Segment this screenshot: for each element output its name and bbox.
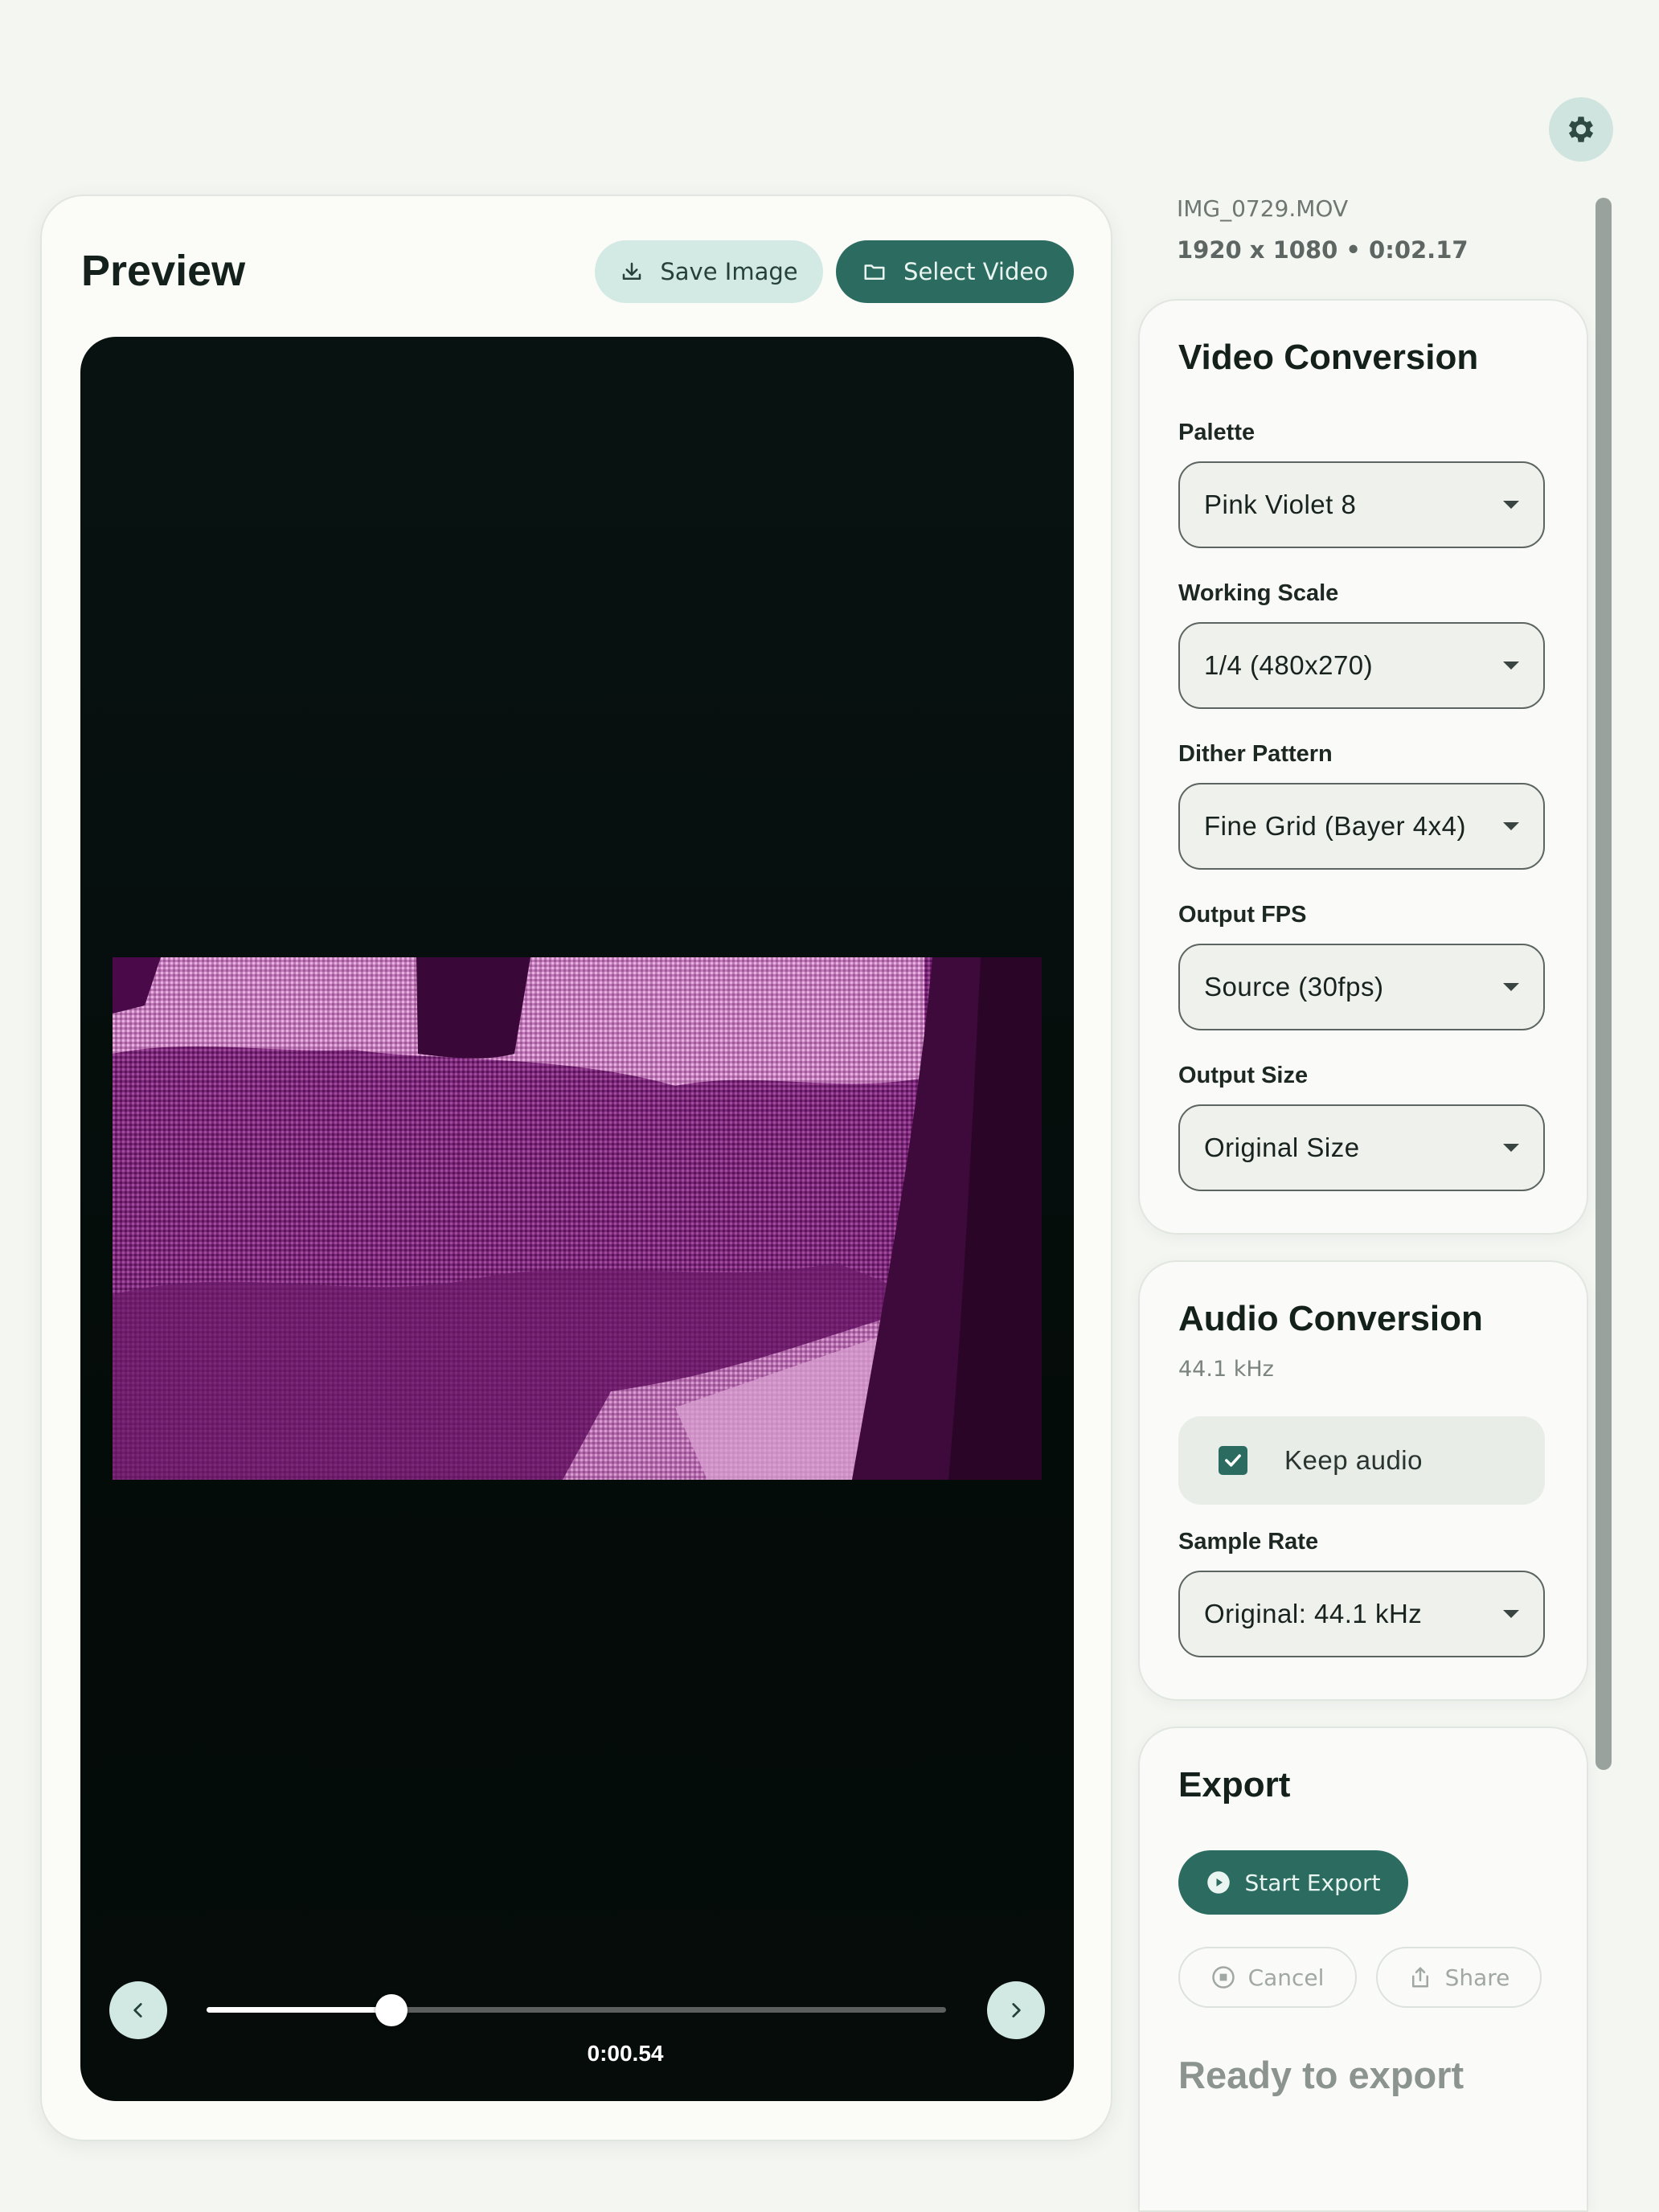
file-metadata: 1920 x 1080 • 0:02.17 <box>1177 236 1469 264</box>
dither-pattern-value: Fine Grid (Bayer 4x4) <box>1204 811 1466 841</box>
folder-icon <box>864 264 885 280</box>
chevron-right-icon <box>1012 2003 1021 2017</box>
palette-label: Palette <box>1178 420 1256 445</box>
output-size-label: Output Size <box>1178 1063 1309 1088</box>
video-conversion-title: Video Conversion <box>1178 338 1479 377</box>
keep-audio-label: Keep audio <box>1284 1445 1423 1475</box>
output-fps-select[interactable]: Source (30fps) <box>1178 944 1545 1030</box>
dither-pattern-label: Dither Pattern <box>1178 741 1333 767</box>
output-fps-label: Output FPS <box>1178 902 1307 928</box>
video-player: 0:00.54 <box>80 337 1074 2101</box>
video-conversion-panel: Video Conversion Palette Pink Violet 8 W… <box>1138 299 1588 1235</box>
keep-audio-checkbox[interactable] <box>1219 1446 1247 1475</box>
preview-card: Preview Save Image Select Video 0:00.54 <box>40 195 1112 2141</box>
previous-frame-button[interactable] <box>109 1981 167 2039</box>
dropdown-caret-icon <box>1503 662 1519 670</box>
playback-time: 0:00.54 <box>587 2041 664 2066</box>
dropdown-caret-icon <box>1503 1144 1519 1152</box>
settings-button[interactable] <box>1549 97 1613 162</box>
save-image-label: Save Image <box>660 258 798 285</box>
checkmark-icon <box>1225 1454 1241 1467</box>
next-frame-button[interactable] <box>987 1981 1045 2039</box>
cancel-button[interactable]: Cancel <box>1178 1947 1357 2008</box>
dropdown-caret-icon <box>1503 983 1519 991</box>
audio-conversion-title: Audio Conversion <box>1178 1299 1483 1338</box>
dropdown-caret-icon <box>1503 1610 1519 1618</box>
working-scale-value: 1/4 (480x270) <box>1204 650 1374 680</box>
stop-circle-icon <box>1211 1966 1235 1989</box>
palette-select[interactable]: Pink Violet 8 <box>1178 461 1545 548</box>
select-video-label: Select Video <box>903 258 1048 285</box>
chevron-left-icon <box>133 2003 142 2017</box>
scrubber-progress <box>207 2007 391 2013</box>
export-status: Ready to export <box>1178 2054 1464 2096</box>
video-frame <box>113 957 1042 1480</box>
start-export-label: Start Export <box>1244 1869 1381 1896</box>
working-scale-label: Working Scale <box>1178 580 1339 606</box>
export-title: Export <box>1178 1765 1291 1804</box>
output-fps-value: Source (30fps) <box>1204 972 1384 1002</box>
gear-icon <box>1568 117 1594 142</box>
download-icon <box>623 262 641 280</box>
dropdown-caret-icon <box>1503 822 1519 830</box>
share-button[interactable]: Share <box>1376 1947 1542 2008</box>
save-image-button[interactable]: Save Image <box>595 240 823 303</box>
working-scale-select[interactable]: 1/4 (480x270) <box>1178 622 1545 709</box>
audio-sample-rate-subtitle: 44.1 kHz <box>1178 1357 1274 1382</box>
sample-rate-value: Original: 44.1 kHz <box>1204 1599 1423 1628</box>
select-video-button[interactable]: Select Video <box>836 240 1074 303</box>
share-icon <box>1411 1967 1428 1988</box>
start-export-button[interactable]: Start Export <box>1178 1850 1408 1915</box>
keep-audio-toggle[interactable]: Keep audio <box>1178 1416 1545 1505</box>
file-name: IMG_0729.MOV <box>1177 195 1349 222</box>
scrollbar[interactable] <box>1596 198 1612 1770</box>
dropdown-caret-icon <box>1503 501 1519 509</box>
palette-value: Pink Violet 8 <box>1204 490 1357 519</box>
audio-conversion-panel: Audio Conversion 44.1 kHz Keep audio Sam… <box>1138 1260 1588 1701</box>
preview-title: Preview <box>81 247 246 295</box>
play-circle-icon <box>1206 1871 1230 1894</box>
share-label: Share <box>1444 1964 1510 1991</box>
cancel-label: Cancel <box>1247 1964 1325 1991</box>
sample-rate-select[interactable]: Original: 44.1 kHz <box>1178 1571 1545 1657</box>
scrubber-handle[interactable] <box>375 1994 408 2026</box>
sample-rate-label: Sample Rate <box>1178 1529 1319 1555</box>
dither-pattern-select[interactable]: Fine Grid (Bayer 4x4) <box>1178 783 1545 870</box>
output-size-value: Original Size <box>1204 1133 1360 1162</box>
export-panel: Export Start Export Cancel Share Ready t… <box>1138 1727 1588 2212</box>
output-size-select[interactable]: Original Size <box>1178 1104 1545 1191</box>
